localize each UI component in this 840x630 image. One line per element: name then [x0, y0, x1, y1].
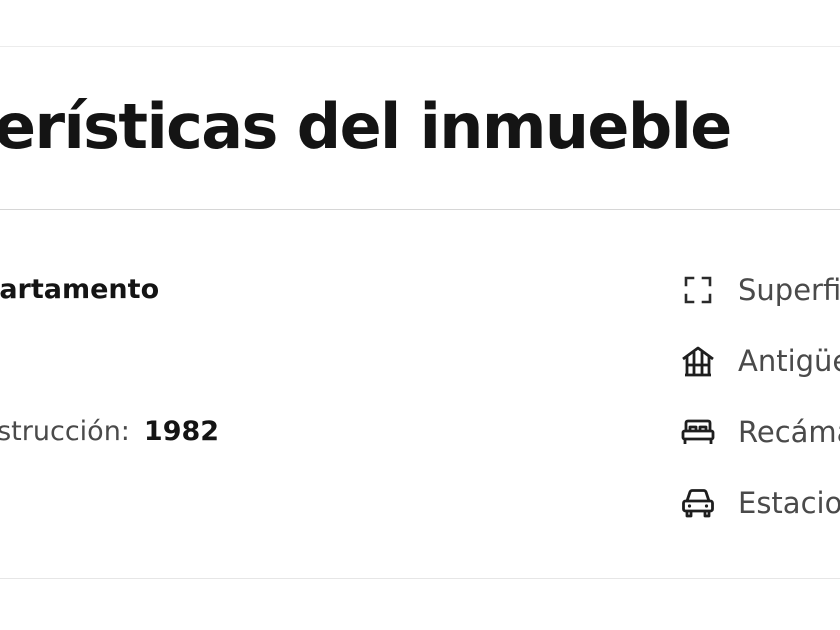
feature-surface: Superfi: [678, 270, 840, 310]
feature-label: Superfi: [738, 273, 840, 307]
car-icon: [678, 483, 718, 523]
top-divider: [0, 46, 840, 47]
section-title: terísticas del inmueble: [0, 90, 732, 163]
construction-year-row: nstrucción: 1982: [0, 416, 219, 447]
feature-label: Recáma: [738, 415, 840, 449]
title-divider: [0, 209, 840, 210]
bottom-divider: [0, 578, 840, 579]
construction-year-value: 1982: [143, 416, 220, 447]
bed-icon: [678, 412, 718, 452]
feature-label: Estacio: [738, 486, 840, 520]
property-details-page: terísticas del inmueble partamento nstru…: [0, 0, 840, 630]
feature-label: Antigüe: [738, 344, 840, 378]
property-type-value: partamento: [0, 274, 160, 305]
feature-bedrooms: Recáma: [678, 412, 840, 452]
feature-age: Antigüe: [678, 341, 840, 381]
property-type-row: partamento: [0, 274, 159, 305]
house-icon: [678, 341, 718, 381]
expand-frame-icon: [678, 270, 718, 310]
feature-parking: Estacio: [678, 483, 840, 523]
construction-year-label: nstrucción:: [0, 416, 130, 447]
